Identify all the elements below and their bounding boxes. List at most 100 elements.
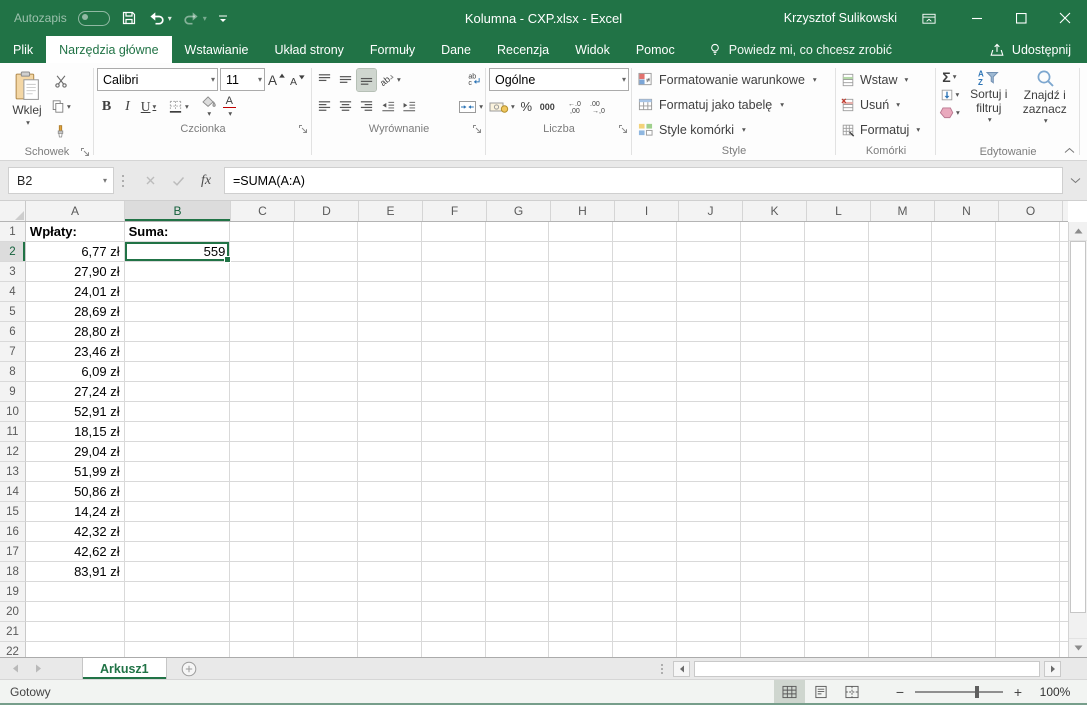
cell-L18[interactable] [805, 562, 869, 582]
cell-styles-button[interactable]: Style komórki [635, 117, 833, 142]
cell-A1[interactable]: Wpłaty: [26, 222, 125, 242]
cell-K22[interactable] [741, 642, 805, 657]
cell-D15[interactable] [294, 502, 358, 522]
cell-B22[interactable] [125, 642, 231, 657]
align-center-button[interactable] [336, 96, 355, 118]
cell-F12[interactable] [422, 442, 486, 462]
cell-O10[interactable] [996, 402, 1060, 422]
cell-F9[interactable] [422, 382, 486, 402]
cell-J5[interactable] [677, 302, 741, 322]
cell-F3[interactable] [422, 262, 486, 282]
cell-D22[interactable] [294, 642, 358, 657]
increase-decimal-button[interactable]: ←.0,00 [567, 96, 587, 118]
cell-D11[interactable] [294, 422, 358, 442]
cell-L20[interactable] [805, 602, 869, 622]
scroll-left-button[interactable] [673, 661, 690, 677]
cell-I16[interactable] [613, 522, 677, 542]
cell-O14[interactable] [996, 482, 1060, 502]
clear-button[interactable] [939, 104, 960, 121]
cell-A17[interactable]: 42,62 zł [26, 542, 125, 562]
cell-H3[interactable] [549, 262, 613, 282]
cell-O12[interactable] [996, 442, 1060, 462]
cell-F19[interactable] [422, 582, 486, 602]
cell-B12[interactable] [125, 442, 231, 462]
cell-G3[interactable] [486, 262, 550, 282]
cell-N19[interactable] [932, 582, 996, 602]
cell-H17[interactable] [549, 542, 613, 562]
tab-dane[interactable]: Dane [428, 36, 484, 63]
cell-O7[interactable] [996, 342, 1060, 362]
column-header-O[interactable]: O [999, 201, 1063, 221]
cell-L13[interactable] [805, 462, 869, 482]
cell-D14[interactable] [294, 482, 358, 502]
cell-H9[interactable] [549, 382, 613, 402]
cell-F14[interactable] [422, 482, 486, 502]
cell-B6[interactable] [125, 322, 231, 342]
cell-K6[interactable] [741, 322, 805, 342]
cell-J4[interactable] [677, 282, 741, 302]
increase-font-button[interactable]: A [267, 69, 286, 91]
fill-color-button[interactable] [199, 96, 218, 118]
cell-N10[interactable] [932, 402, 996, 422]
cell-E7[interactable] [358, 342, 422, 362]
cell-J22[interactable] [677, 642, 741, 657]
row-header-5[interactable]: 5 [0, 302, 26, 322]
cell-I8[interactable] [613, 362, 677, 382]
autosum-button[interactable]: Σ [939, 68, 960, 85]
cell-F10[interactable] [422, 402, 486, 422]
view-layout-button[interactable] [805, 680, 836, 703]
vertical-scroll-thumb[interactable] [1070, 241, 1086, 613]
cell-E21[interactable] [358, 622, 422, 642]
cell-A9[interactable]: 27,24 zł [26, 382, 125, 402]
cell-A7[interactable]: 23,46 zł [26, 342, 125, 362]
cell-A5[interactable]: 28,69 zł [26, 302, 125, 322]
ribbon-display-options-button[interactable] [921, 11, 937, 26]
cell-B11[interactable] [125, 422, 231, 442]
format-cells-button[interactable]: Formatuj [839, 117, 933, 142]
bold-button[interactable]: B [97, 96, 116, 118]
cell-A19[interactable] [26, 582, 125, 602]
cell-B21[interactable] [125, 622, 231, 642]
row-header-16[interactable]: 16 [0, 522, 26, 542]
name-box[interactable]: B2 ▾ [8, 167, 114, 194]
view-break-button[interactable] [836, 680, 867, 703]
cell-G14[interactable] [486, 482, 550, 502]
cell-M9[interactable] [869, 382, 933, 402]
cell-D3[interactable] [294, 262, 358, 282]
cell-L11[interactable] [805, 422, 869, 442]
cell-F20[interactable] [422, 602, 486, 622]
cell-G21[interactable] [486, 622, 550, 642]
cell-B17[interactable] [125, 542, 231, 562]
cell-C7[interactable] [230, 342, 294, 362]
cell-J15[interactable] [677, 502, 741, 522]
cell-G7[interactable] [486, 342, 550, 362]
cell-A2[interactable]: 6,77 zł [26, 242, 125, 262]
cell-J16[interactable] [677, 522, 741, 542]
cell-C12[interactable] [230, 442, 294, 462]
cell-K10[interactable] [741, 402, 805, 422]
cell-I12[interactable] [613, 442, 677, 462]
cell-E18[interactable] [358, 562, 422, 582]
undo-button[interactable] [148, 11, 172, 26]
cell-G1[interactable] [486, 222, 550, 242]
row-header-8[interactable]: 8 [0, 362, 26, 382]
cell-L8[interactable] [805, 362, 869, 382]
cell-O6[interactable] [996, 322, 1060, 342]
cell-O17[interactable] [996, 542, 1060, 562]
row-header-15[interactable]: 15 [0, 502, 26, 522]
row-header-19[interactable]: 19 [0, 582, 26, 602]
cell-G4[interactable] [486, 282, 550, 302]
collapse-ribbon-button[interactable] [1064, 147, 1075, 154]
cell-K3[interactable] [741, 262, 805, 282]
cut-button[interactable] [51, 70, 71, 92]
cell-G13[interactable] [486, 462, 550, 482]
cell-M1[interactable] [869, 222, 933, 242]
cell-L14[interactable] [805, 482, 869, 502]
decrease-decimal-button[interactable]: .00→,0 [589, 96, 609, 118]
align-right-button[interactable] [357, 96, 376, 118]
cell-N20[interactable] [932, 602, 996, 622]
qat-customize-button[interactable] [218, 13, 228, 23]
cell-B1[interactable]: Suma: [125, 222, 231, 242]
cell-D9[interactable] [294, 382, 358, 402]
font-name-combobox[interactable]: Calibri▾ [97, 68, 218, 91]
